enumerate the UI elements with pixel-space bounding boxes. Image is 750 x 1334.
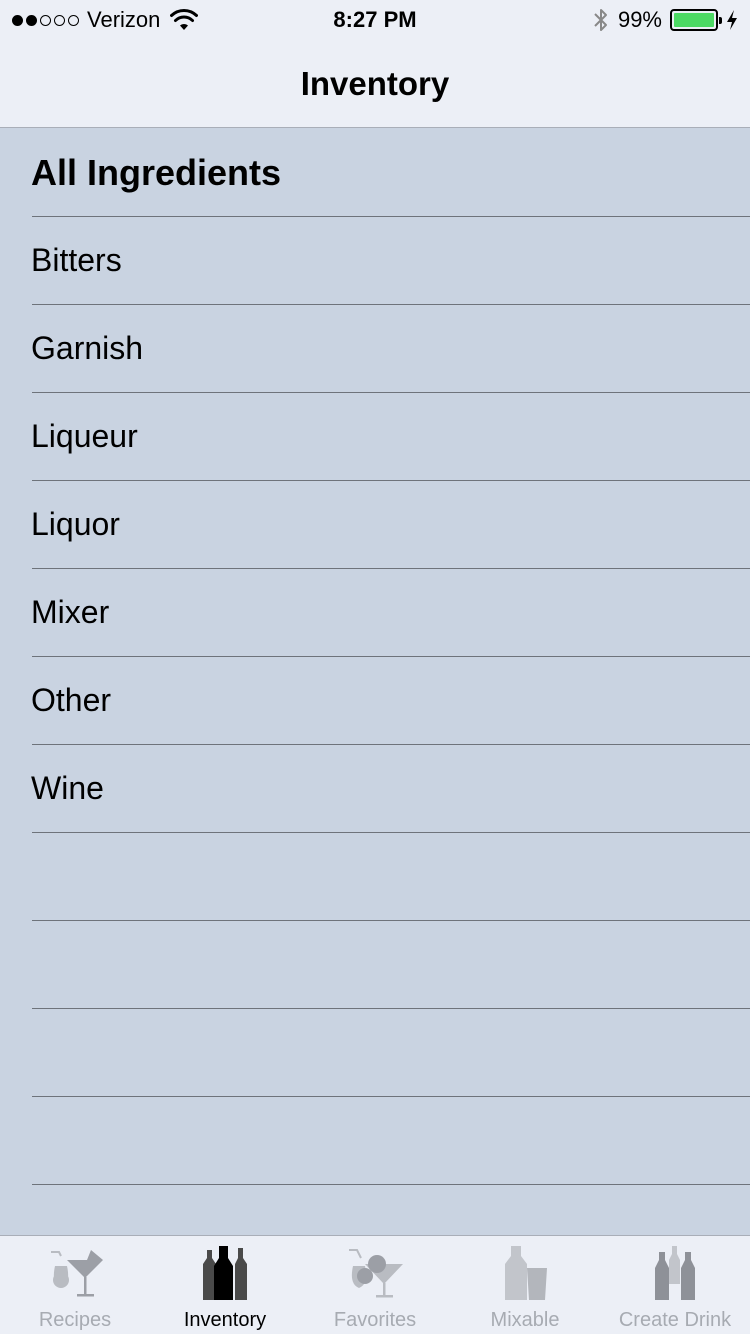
battery-icon [670,9,722,31]
list-item-mixer[interactable]: Mixer [0,569,750,657]
list-item-label: All Ingredients [31,152,282,193]
list-item-label: Garnish [31,330,144,366]
list-item-liqueur[interactable]: Liqueur [0,393,750,481]
status-bar: Verizon 8:27 PM 99% [0,0,750,40]
list-item-label: Liqueur [31,418,138,454]
tab-label: Inventory [183,1309,267,1331]
battery-percent: 99% [617,7,662,32]
tab-inventory[interactable]: Inventory [150,1236,300,1334]
list-item-label: Wine [31,770,104,806]
list-item-bitters[interactable]: Bitters [0,217,750,305]
tab-label: Mixable [490,1309,560,1331]
category-list[interactable]: All Ingredients Bitters Garnish Liqueur … [0,129,750,1235]
list-item-all-ingredients[interactable]: All Ingredients [0,129,750,217]
status-right: 99% [592,6,738,34]
list-item-liquor[interactable]: Liquor [0,481,750,569]
list-item-label: Bitters [31,242,122,278]
navigation-bar: Inventory [0,40,750,128]
page-title: Inventory [300,64,450,102]
tab-favorites[interactable]: Favorites [300,1236,450,1334]
list-item-garnish[interactable]: Garnish [0,305,750,393]
empty-row [0,833,750,921]
empty-row [0,921,750,1009]
tab-recipes[interactable]: Recipes [0,1236,150,1334]
empty-row [0,1009,750,1097]
tab-label: Favorites [333,1309,417,1331]
bottle-and-glass-icon [505,1246,547,1300]
bluetooth-icon [594,9,607,31]
cocktail-glasses-icon [51,1250,103,1297]
list-item-wine[interactable]: Wine [0,745,750,833]
tab-label: Create Drink [618,1309,732,1331]
charging-bolt-icon [727,10,737,30]
empty-row [0,1097,750,1185]
bottles-icon [203,1246,247,1300]
tab-mixable[interactable]: Mixable [450,1236,600,1334]
list-item-other[interactable]: Other [0,657,750,745]
tab-create-drink[interactable]: Create Drink [600,1236,750,1334]
cocktail-fruit-icon [349,1249,403,1298]
list-item-label: Other [31,682,112,718]
three-bottles-icon [655,1246,695,1300]
list-item-label: Liquor [31,506,120,542]
list-item-label: Mixer [31,594,110,630]
tab-bar: Recipes Inventory Favorites Mixable Crea… [0,1235,750,1334]
tab-label: Recipes [38,1309,112,1331]
battery-level [674,13,714,27]
inventory-screen: Verizon 8:27 PM 99% Inventory All Ingred… [0,0,750,1334]
